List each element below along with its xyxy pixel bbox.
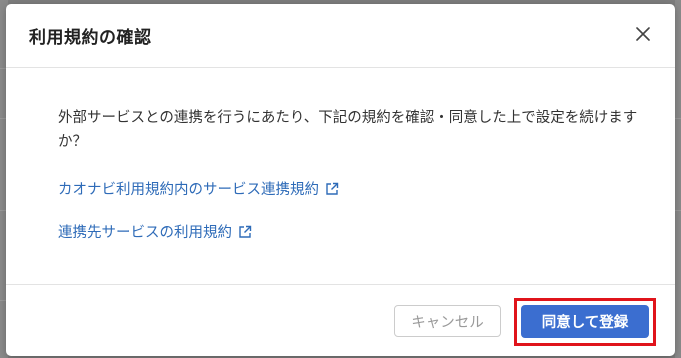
link-label: 連携先サービスの利用規約: [58, 225, 232, 241]
terms-confirmation-dialog: 利用規約の確認 外部サービスとの連携を行うにあたり、下記の規約を確認・同意した上…: [6, 4, 675, 356]
dialog-title: 利用規約の確認: [29, 28, 152, 48]
dialog-body: 外部サービスとの連携を行うにあたり、下記の規約を確認・同意した上で設定を続けます…: [6, 68, 675, 284]
background-divider: [675, 210, 681, 211]
background-divider: [675, 118, 681, 119]
external-link-icon: [237, 224, 253, 240]
close-button[interactable]: [631, 22, 655, 46]
link-label: カオナビ利用規約内のサービス連携規約: [58, 182, 319, 198]
external-link-icon: [324, 181, 340, 197]
dialog-header: 利用規約の確認: [6, 4, 675, 68]
cancel-button[interactable]: キャンセル: [394, 305, 501, 337]
agree-and-register-button[interactable]: 同意して登録: [521, 305, 649, 338]
close-icon: [636, 27, 650, 41]
service-integration-terms-link[interactable]: カオナビ利用規約内のサービス連携規約: [58, 178, 340, 199]
confirmation-message: 外部サービスとの連携を行うにあたり、下記の規約を確認・同意した上で設定を続けます…: [58, 110, 638, 150]
partner-service-terms-link[interactable]: 連携先サービスの利用規約: [58, 221, 253, 242]
dialog-footer: キャンセル 同意して登録: [6, 284, 675, 356]
background-page-right: [675, 0, 681, 358]
